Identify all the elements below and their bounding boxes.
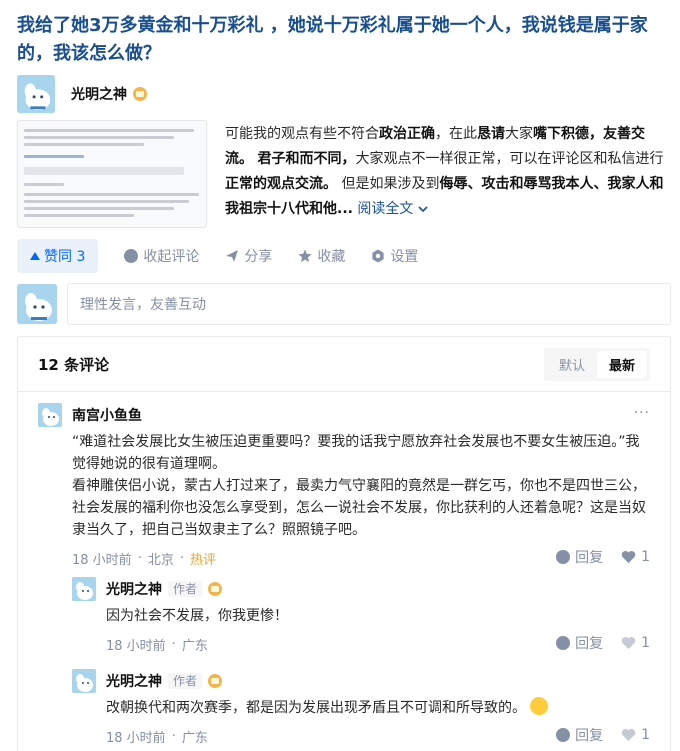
share-button[interactable]: 分享 — [225, 246, 272, 266]
reply-button[interactable]: 回复 — [556, 547, 603, 567]
comment-bubble-icon — [556, 550, 571, 564]
like-button[interactable]: 1 — [621, 727, 650, 743]
like-button[interactable]: 1 — [621, 549, 650, 565]
paper-plane-icon — [226, 250, 239, 262]
comment-time: 18 小时前 — [72, 552, 132, 568]
upvote-button[interactable]: 赞同 3 — [17, 239, 99, 273]
comment-meta: 18 小时前 · 广东 回复 1 — [106, 725, 650, 746]
reply-button[interactable]: 回复 — [556, 633, 603, 653]
comment-meta: 18 小时前 · 北京 · 热评 回复 1 — [72, 547, 650, 568]
comment-count: 12 条评论 — [38, 355, 110, 374]
verified-badge-icon — [208, 674, 223, 688]
answer-excerpt[interactable]: 可能我的观点有些不符合政治正确，在此恳请大家嘴下积德，友善交流。 君子和而不同，… — [225, 122, 665, 222]
answer-actions: 赞同 3 收起评论 分享 收藏 设置 — [17, 239, 418, 273]
current-user-avatar — [17, 284, 57, 324]
verified-badge-icon — [133, 87, 147, 101]
author-tag: 作者 — [168, 581, 203, 597]
upvote-triangle-icon — [30, 252, 40, 260]
laughing-emoji-icon — [530, 697, 548, 715]
comment-time: 18 小时前 — [106, 638, 166, 654]
comment-meta: 18 小时前 · 广东 回复 1 — [106, 633, 650, 654]
sort-latest-button[interactable]: 最新 — [596, 350, 647, 378]
comment-location: 广东 — [181, 638, 208, 654]
reply-item: 光明之神 作者 改朝换代和两次赛季，都是因为发展出现矛盾且不可调和所导致的。 1… — [72, 669, 650, 747]
comment-bubble-icon — [556, 636, 571, 650]
reply-button[interactable]: 回复 — [556, 725, 603, 745]
favorite-button[interactable]: 收藏 — [298, 246, 345, 266]
commenter-name[interactable]: 光明之神 — [106, 579, 162, 599]
comment-composer: 理性发言，友善互动 — [17, 283, 671, 325]
author-avatar[interactable] — [17, 75, 55, 113]
like-button[interactable]: 1 — [621, 635, 650, 651]
commenter-name[interactable]: 南宫小鱼鱼 — [72, 405, 142, 425]
commenter-avatar[interactable] — [72, 669, 96, 693]
collapse-comments-button[interactable]: 收起评论 — [124, 246, 199, 266]
comment-bubble-icon — [124, 249, 139, 263]
comment-item: 南宫小鱼鱼 ··· “难道社会发展比女生被压迫更重要吗？要我的话我宁愿放弃社会发… — [38, 403, 650, 569]
commenter-avatar[interactable] — [72, 577, 96, 601]
reply-item: 光明之神 作者 因为社会不发展，你我更惨！ 18 小时前 · 广东 回复 1 — [72, 577, 650, 655]
comment-bubble-icon — [556, 728, 571, 742]
comment-body: 因为社会不发展，你我更惨！ — [106, 608, 288, 624]
author-name[interactable]: 光明之神 — [71, 84, 127, 104]
comment-location: 广东 — [181, 730, 208, 746]
answer-page: 我给了她3万多黄金和十万彩礼 ，她说十万彩礼属于她一个人，我说钱是属于家的，我该… — [0, 0, 680, 751]
commenter-avatar[interactable] — [38, 403, 62, 427]
hot-badge: 热评 — [189, 552, 216, 568]
author-tag: 作者 — [168, 673, 203, 689]
comment-input[interactable]: 理性发言，友善互动 — [67, 283, 671, 325]
commenter-name[interactable]: 光明之神 — [106, 671, 162, 691]
more-options-icon[interactable]: ··· — [634, 405, 650, 421]
settings-button[interactable]: 设置 — [371, 246, 418, 266]
answer-author: 光明之神 — [17, 74, 147, 114]
verified-badge-icon — [208, 582, 223, 596]
comments-panel: 12 条评论 默认 最新 南宫小鱼鱼 ··· “难道社会发展比女生被压迫更重要吗… — [17, 336, 671, 751]
comment-body: “难道社会发展比女生被压迫更重要吗？要我的话我宁愿放弃社会发展也不要女生被压迫。… — [72, 434, 646, 538]
star-icon — [298, 249, 312, 262]
sort-default-button[interactable]: 默认 — [547, 351, 597, 378]
comment-location: 北京 — [147, 552, 174, 568]
heart-icon — [621, 729, 636, 741]
comment-sort-toggle: 默认 最新 — [543, 347, 650, 381]
comments-header: 12 条评论 默认 最新 — [18, 337, 670, 392]
question-title[interactable]: 我给了她3万多黄金和十万彩礼 ，她说十万彩礼属于她一个人，我说钱是属于家的，我该… — [17, 12, 662, 68]
gear-icon — [372, 249, 384, 263]
heart-icon — [621, 637, 636, 649]
chevron-down-icon — [418, 206, 428, 213]
read-more-link[interactable]: 阅读全文 — [353, 201, 428, 217]
answer-thumbnail[interactable] — [17, 120, 207, 228]
heart-icon — [621, 551, 636, 563]
comment-body: 改朝换代和两次赛季，都是因为发展出现矛盾且不可调和所导致的。 — [72, 697, 650, 719]
comment-time: 18 小时前 — [106, 730, 166, 746]
